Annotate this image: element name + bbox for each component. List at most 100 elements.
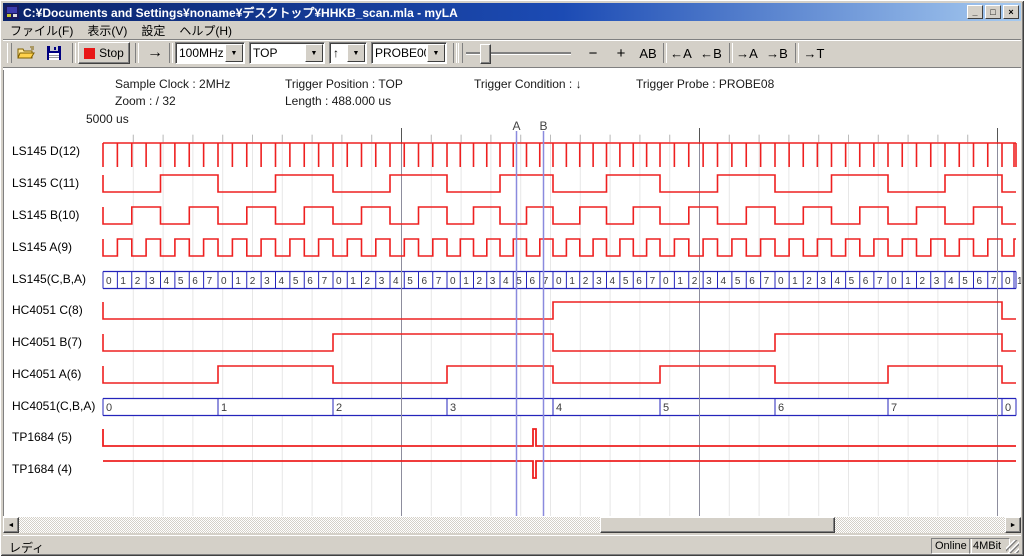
bus-value: 3 <box>934 276 940 287</box>
stop-button[interactable]: Stop <box>78 42 130 64</box>
trigger-edge-value: ↑ <box>330 46 346 60</box>
bus-value: 5 <box>178 276 184 287</box>
status-online-indicator: Online <box>931 538 972 554</box>
bus-value: 5 <box>293 276 299 287</box>
bus-value: 1 <box>350 276 356 287</box>
ab-range-button[interactable]: AB <box>635 42 661 64</box>
toolbar-separator <box>169 43 173 63</box>
bus-value: 3 <box>264 276 270 287</box>
bus-value: 1 <box>1017 276 1021 287</box>
trigger-position-value: TOP <box>250 46 304 60</box>
open-file-button[interactable] <box>13 42 39 64</box>
zoom-out-button[interactable]: − <box>581 42 605 64</box>
move-cursor-a-left-button[interactable]: ←A <box>667 42 695 64</box>
sample-clock-combo[interactable]: 100MHz ▼ <box>175 42 245 64</box>
scrollbar-thumb[interactable] <box>600 517 835 533</box>
horizontal-scrollbar[interactable]: ◄ ► <box>3 517 1021 533</box>
bus-value: 3 <box>149 276 155 287</box>
zoom-slider-thumb[interactable] <box>480 44 491 64</box>
bus-value: 7 <box>436 276 442 287</box>
bus-value: 0 <box>106 276 112 287</box>
bus-value: 3 <box>596 276 602 287</box>
waveform-ls145-b-10- <box>103 207 1016 224</box>
minimize-button[interactable]: _ <box>967 5 983 19</box>
waveform-ls145-a-9- <box>103 239 1016 256</box>
close-button[interactable]: × <box>1003 5 1019 19</box>
bus-value: 0 <box>1005 402 1011 414</box>
bus-value: 1 <box>792 276 798 287</box>
trigger-edge-combo[interactable]: ↑ ▼ <box>329 42 367 64</box>
toolbar-grip <box>7 43 12 63</box>
bus-value: 3 <box>820 276 826 287</box>
app-icon <box>5 5 19 19</box>
bus-value: 6 <box>778 402 784 414</box>
bus-value: 0 <box>336 276 342 287</box>
bus-value: 5 <box>962 276 968 287</box>
menu-help[interactable]: ヘルプ(H) <box>172 21 239 40</box>
menu-settings[interactable]: 設定 <box>134 21 172 40</box>
maximize-button[interactable]: □ <box>985 5 1001 19</box>
bus-value: 0 <box>221 276 227 287</box>
stop-square-icon <box>84 48 95 59</box>
toolbar-separator <box>453 43 457 63</box>
menu-file[interactable]: ファイル(F) <box>3 21 80 40</box>
bus-value: 4 <box>835 276 841 287</box>
bus-value: 3 <box>379 276 385 287</box>
move-cursor-a-right-button[interactable]: →A <box>733 42 761 64</box>
cursor-b[interactable]: B <box>539 119 547 516</box>
scroll-right-button[interactable]: ► <box>1005 517 1021 533</box>
scroll-left-button[interactable]: ◄ <box>3 517 19 533</box>
menu-view[interactable]: 表示(V) <box>80 21 134 40</box>
save-file-button[interactable] <box>41 42 67 64</box>
bus-value: 1 <box>677 276 683 287</box>
move-cursor-b-left-button[interactable]: ←B <box>697 42 725 64</box>
waveform-hc4051-b-7- <box>103 334 1016 351</box>
bus-value: 3 <box>706 276 712 287</box>
bus-value: 0 <box>450 276 456 287</box>
bus-value: 0 <box>1005 276 1011 287</box>
cursor-b-label: B <box>539 119 547 133</box>
bus-value: 2 <box>477 276 483 287</box>
save-floppy-icon <box>47 46 61 60</box>
bus-value: 5 <box>663 402 669 414</box>
goto-trigger-button[interactable]: →T <box>799 42 829 64</box>
dropdown-arrow-icon[interactable]: ▼ <box>225 44 243 62</box>
bus-value: 4 <box>164 276 170 287</box>
bus-value: 2 <box>365 276 371 287</box>
bus-value: 6 <box>307 276 313 287</box>
dropdown-arrow-icon[interactable]: ▼ <box>347 44 365 62</box>
bus-value: 4 <box>556 402 562 414</box>
trigger-probe-combo[interactable]: PROBE00 ▼ <box>371 42 447 64</box>
move-cursor-b-right-button[interactable]: →B <box>763 42 791 64</box>
dropdown-arrow-icon[interactable]: ▼ <box>427 44 445 62</box>
toolbar: Stop → 100MHz ▼ TOP ▼ ↑ ▼ PROBE00 ▼ − + … <box>3 40 1021 68</box>
toolbar-grip <box>458 43 463 63</box>
toolbar-separator <box>135 43 139 63</box>
app-window: C:¥Documents and Settings¥noname¥デスクトップ¥… <box>0 0 1024 556</box>
bus-value: 4 <box>948 276 954 287</box>
run-arrow-icon: → <box>147 44 163 62</box>
bus-value: 5 <box>735 276 741 287</box>
bus-value: 4 <box>279 276 285 287</box>
zoom-in-button[interactable]: + <box>609 42 633 64</box>
bus-value: 2 <box>920 276 926 287</box>
stop-label: Stop <box>99 46 124 60</box>
cursor-a-label: A <box>512 119 520 133</box>
bus-value: 1 <box>235 276 241 287</box>
bus-value: 6 <box>530 276 536 287</box>
trigger-position-combo[interactable]: TOP ▼ <box>249 42 325 64</box>
bus-value: 6 <box>749 276 755 287</box>
bus-value: 1 <box>120 276 126 287</box>
bus-value: 4 <box>721 276 727 287</box>
resize-grip-icon[interactable] <box>1006 540 1019 553</box>
waveform-tp1684-4- <box>103 461 1016 478</box>
title-bar[interactable]: C:¥Documents and Settings¥noname¥デスクトップ¥… <box>3 3 1021 21</box>
waveform-ls145-d-12- <box>103 143 1016 167</box>
dropdown-arrow-icon[interactable]: ▼ <box>305 44 323 62</box>
bus-value: 0 <box>106 402 112 414</box>
cursor-a[interactable]: A <box>512 119 520 516</box>
run-button[interactable]: → <box>141 42 169 64</box>
bus-value: 1 <box>905 276 911 287</box>
bus-value: 0 <box>891 276 897 287</box>
bus-value: 1 <box>463 276 469 287</box>
